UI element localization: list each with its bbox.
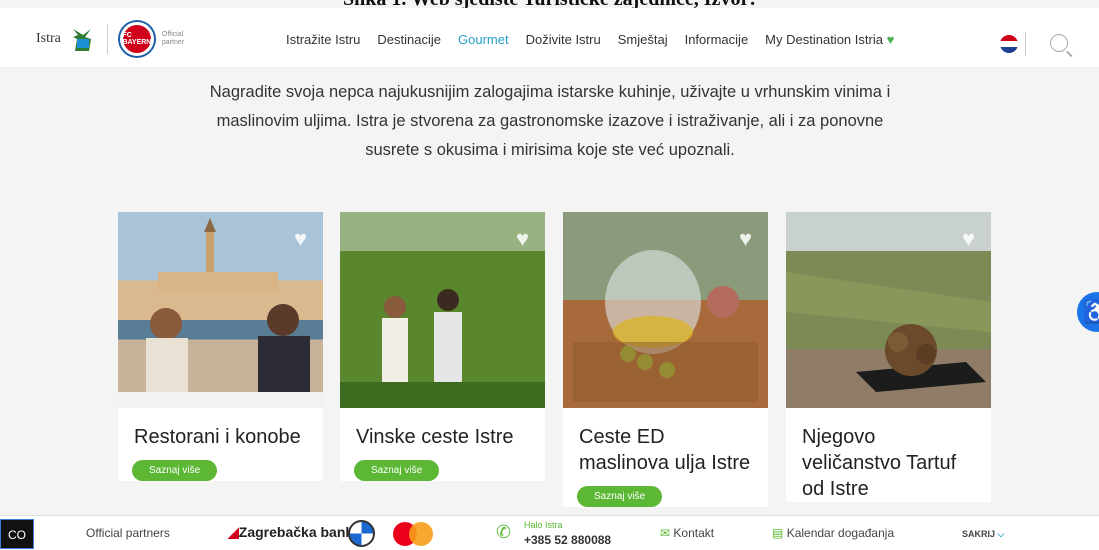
chat-widget-button[interactable]: CO xyxy=(0,519,34,549)
header-divider xyxy=(1025,32,1026,56)
card-title: Ceste ED maslinova ulja Istre xyxy=(579,426,751,474)
olive-oil-illustration xyxy=(573,250,758,402)
nav-dozivite[interactable]: Doživite Istru xyxy=(526,32,601,47)
official-partners-label: Official partners xyxy=(86,526,170,540)
card-title: Njegovo veličanstvo Tartuf od Istre xyxy=(802,426,957,500)
kalendar-link[interactable]: ▤ Kalendar događanja xyxy=(772,526,894,540)
nav-my-destination-label: My Destination Istria xyxy=(765,32,883,47)
favorite-heart-icon[interactable]: ♥ xyxy=(516,226,529,252)
phone-number[interactable]: +385 52 880088 xyxy=(524,533,611,547)
calendar-icon: ▤ xyxy=(772,526,784,540)
kalendar-label: Kalendar događanja xyxy=(786,526,895,540)
card-image: ♥ xyxy=(563,212,768,408)
sakrij-label: SAKRIJ xyxy=(962,529,996,539)
town-illustration xyxy=(118,218,323,408)
accessibility-icon[interactable]: ♿ xyxy=(1077,292,1099,332)
card-maslinova-ulja[interactable]: ♥ Ceste ED maslinova ulja Istre Saznaj v… xyxy=(563,212,768,507)
nav-destinacije[interactable]: Destinacije xyxy=(377,32,441,47)
bank-name: Zagrebačka banka xyxy=(238,524,361,540)
nav-istrazite[interactable]: Istražite Istru xyxy=(286,32,360,47)
card-restorani[interactable]: ♥ Restorani i konobe Saznaj više xyxy=(118,212,323,481)
saznaj-vise-button[interactable]: Saznaj više xyxy=(132,460,218,481)
site-header: Istra FC BAYERN Official partner Istraži… xyxy=(0,8,1099,68)
logo-divider xyxy=(106,24,108,54)
language-flag-icon[interactable] xyxy=(1000,35,1018,53)
phone-icon: ✆ xyxy=(496,522,512,542)
nav-informacije[interactable]: Informacije xyxy=(685,32,749,47)
truffle-illustration xyxy=(786,272,991,392)
card-image: ♥ xyxy=(340,212,545,408)
site-footer: CO Official partners ◢Zagrebačka banka ✆… xyxy=(0,515,1099,550)
mail-icon: ✉ xyxy=(660,526,671,540)
kontakt-link[interactable]: ✉ Kontakt xyxy=(660,526,714,540)
brand-logo[interactable]: Istra FC BAYERN Official partner xyxy=(36,22,192,56)
heart-icon: ♥ xyxy=(886,32,895,47)
halo-istra-label: Halo Istra xyxy=(524,520,563,530)
favorite-heart-icon[interactable]: ♥ xyxy=(739,226,752,252)
card-image: ♥ xyxy=(118,212,323,408)
card-title: Restorani i konobe xyxy=(134,426,301,448)
card-tartuf[interactable]: ♥ Njegovo veličanstvo Tartuf od Istre xyxy=(786,212,991,502)
vineyard-illustration xyxy=(340,212,545,408)
card-vinske-ceste[interactable]: ♥ Vinske ceste Istre Saznaj više xyxy=(340,212,545,481)
chevron-down-icon: ⌵ xyxy=(997,529,1005,539)
zagrebacka-banka-logo[interactable]: ◢Zagrebačka banka xyxy=(228,524,361,541)
partner-label: Official partner xyxy=(161,31,185,46)
search-icon[interactable] xyxy=(1050,34,1068,52)
sakrij-button[interactable]: SAKRIJ ⌵ xyxy=(962,529,1004,540)
card-image: ♥ xyxy=(786,212,991,408)
favorite-heart-icon[interactable]: ♥ xyxy=(962,226,975,252)
nav-smjestaj[interactable]: Smještaj xyxy=(618,32,668,47)
card-title: Vinske ceste Istre xyxy=(356,426,514,448)
intro-text: Nagradite svoja nepca najukusnijim zalog… xyxy=(209,83,891,159)
mastercard-logo-icon[interactable] xyxy=(393,522,437,546)
bmw-logo-icon[interactable] xyxy=(348,520,375,547)
club-badge-icon: FC BAYERN xyxy=(119,22,154,56)
nav-gourmet[interactable]: Gourmet xyxy=(458,32,509,47)
favorite-heart-icon[interactable]: ♥ xyxy=(294,226,307,252)
kontakt-label: Kontakt xyxy=(673,526,715,540)
main-nav: Istražite Istru Destinacije Gourmet Doži… xyxy=(286,32,894,47)
saznaj-vise-button[interactable]: Saznaj više xyxy=(577,486,663,507)
bank-mark-icon: ◢ xyxy=(228,524,239,540)
nav-my-destination[interactable]: My Destination Istria ♥ xyxy=(765,32,894,47)
saznaj-vise-button[interactable]: Saznaj više xyxy=(354,460,440,481)
brand-name: Istra xyxy=(36,31,61,46)
goat-logo-icon xyxy=(72,29,91,51)
